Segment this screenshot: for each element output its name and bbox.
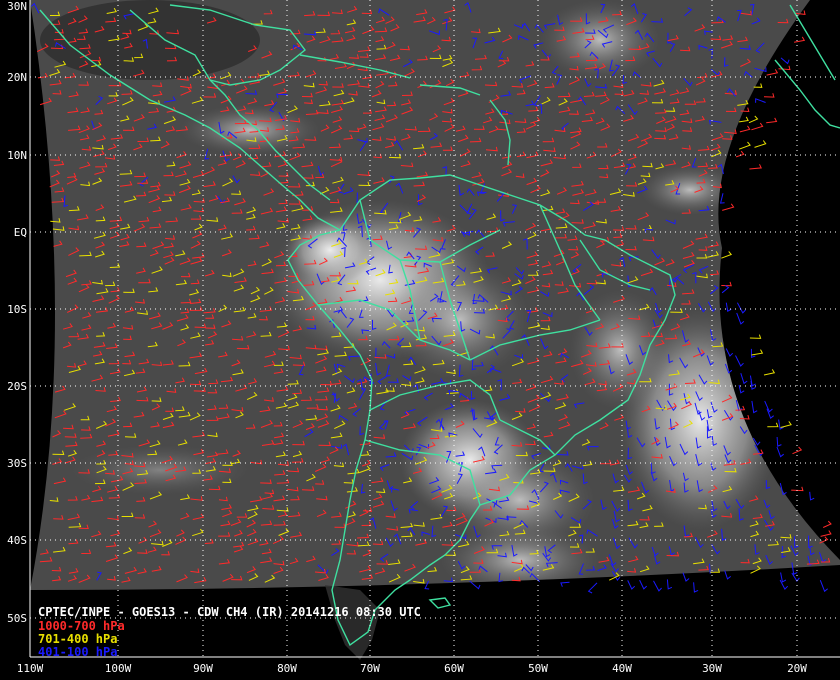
wind-barb bbox=[754, 140, 767, 148]
lon-label: 50W bbox=[528, 662, 548, 675]
wind-barb bbox=[560, 581, 570, 587]
wind-barb bbox=[764, 400, 773, 413]
lon-label: 20W bbox=[787, 662, 807, 675]
legend-label-high: 401-100 hPa bbox=[38, 645, 117, 659]
lat-label: 30S bbox=[7, 457, 27, 470]
wind-barb bbox=[766, 69, 779, 76]
wind-barb bbox=[750, 348, 756, 358]
wind-barb bbox=[738, 384, 745, 394]
lon-label: 90W bbox=[193, 662, 213, 675]
lat-label: EQ bbox=[14, 226, 27, 239]
wind-barb bbox=[725, 302, 732, 312]
lon-label: 80W bbox=[277, 662, 297, 675]
wind-barb bbox=[739, 125, 751, 133]
wind-barb bbox=[755, 98, 766, 103]
wind-barb bbox=[822, 520, 832, 528]
wind-barb bbox=[751, 349, 764, 356]
wind-barb bbox=[751, 122, 764, 131]
wind-barb bbox=[735, 150, 745, 158]
wind-barb bbox=[639, 579, 648, 590]
wind-barb bbox=[751, 400, 758, 414]
wind-barb bbox=[666, 579, 673, 590]
lat-label: 20N bbox=[7, 71, 27, 84]
wind-barb bbox=[763, 93, 775, 98]
lon-label: 110W bbox=[17, 662, 44, 675]
wind-barb bbox=[776, 446, 785, 458]
wind-barb bbox=[766, 117, 778, 124]
lon-label: 60W bbox=[444, 662, 464, 675]
wind-barb bbox=[738, 141, 751, 150]
wind-barb bbox=[820, 530, 832, 537]
legend-label-mid: 701-400 hPa bbox=[38, 632, 117, 646]
wind-barb bbox=[780, 572, 787, 583]
wind-barb bbox=[780, 57, 790, 65]
africa-coast-2 bbox=[789, 4, 836, 81]
lon-label: 40W bbox=[612, 662, 632, 675]
wind-barb bbox=[748, 115, 759, 124]
wind-barb bbox=[719, 193, 725, 204]
wind-barb bbox=[725, 348, 734, 357]
wind-barb bbox=[749, 334, 762, 339]
africa-coast bbox=[774, 59, 840, 129]
satellite-map: 30N 20N 10N EQ 10S 20S 30S 40S 50S 110W 100W 90W 80… bbox=[0, 0, 840, 680]
wind-barb bbox=[724, 570, 732, 580]
longitude-labels: 110W 100W 90W 80W 70W 60W 50W 40W 30W 20W bbox=[17, 662, 808, 675]
wind-barb bbox=[627, 580, 636, 590]
lat-label: 30N bbox=[7, 0, 27, 13]
wind-barb bbox=[735, 355, 744, 367]
wind-barb bbox=[722, 203, 735, 211]
lat-label: 10N bbox=[7, 149, 27, 162]
wind-barb bbox=[776, 436, 782, 447]
wind-barb bbox=[791, 572, 800, 582]
legend-label-low: 1000-700 hPa bbox=[38, 619, 125, 633]
lon-label: 30W bbox=[702, 662, 722, 675]
lat-label: 40S bbox=[7, 534, 27, 547]
wind-barb bbox=[763, 369, 776, 376]
wind-barb bbox=[809, 491, 815, 501]
wind-barb bbox=[587, 582, 598, 594]
falklands bbox=[428, 597, 452, 609]
wind-barb bbox=[721, 281, 732, 287]
lat-label: 50S bbox=[7, 612, 27, 625]
lat-label: 10S bbox=[7, 303, 27, 316]
lat-label: 20S bbox=[7, 380, 27, 393]
wind-barb bbox=[766, 408, 775, 420]
wind-barb bbox=[653, 580, 662, 592]
wind-barb bbox=[819, 580, 829, 593]
wind-barb bbox=[780, 421, 792, 428]
wind-barb bbox=[749, 164, 762, 170]
wind-barb bbox=[682, 572, 690, 582]
map-canvas: 30N 20N 10N EQ 10S 20S 30S 40S 50S 110W 100W 90W 80… bbox=[7, 0, 840, 675]
wind-barb bbox=[794, 36, 806, 43]
wind-barb bbox=[721, 285, 730, 294]
wind-barb bbox=[736, 312, 745, 325]
product-caption: CPTEC/INPE - GOES13 - CDW CH4 (IR) 20141… bbox=[38, 605, 421, 619]
wind-barb bbox=[736, 302, 746, 314]
lon-label: 70W bbox=[360, 662, 380, 675]
wind-barb bbox=[693, 582, 699, 593]
wind-barb bbox=[767, 422, 779, 428]
lon-label: 100W bbox=[105, 662, 132, 675]
wind-barb bbox=[469, 580, 481, 590]
wind-barb bbox=[740, 373, 748, 385]
latitude-labels: 30N 20N 10N EQ 10S 20S 30S 40S 50S bbox=[7, 0, 27, 625]
wind-barb bbox=[721, 251, 733, 259]
